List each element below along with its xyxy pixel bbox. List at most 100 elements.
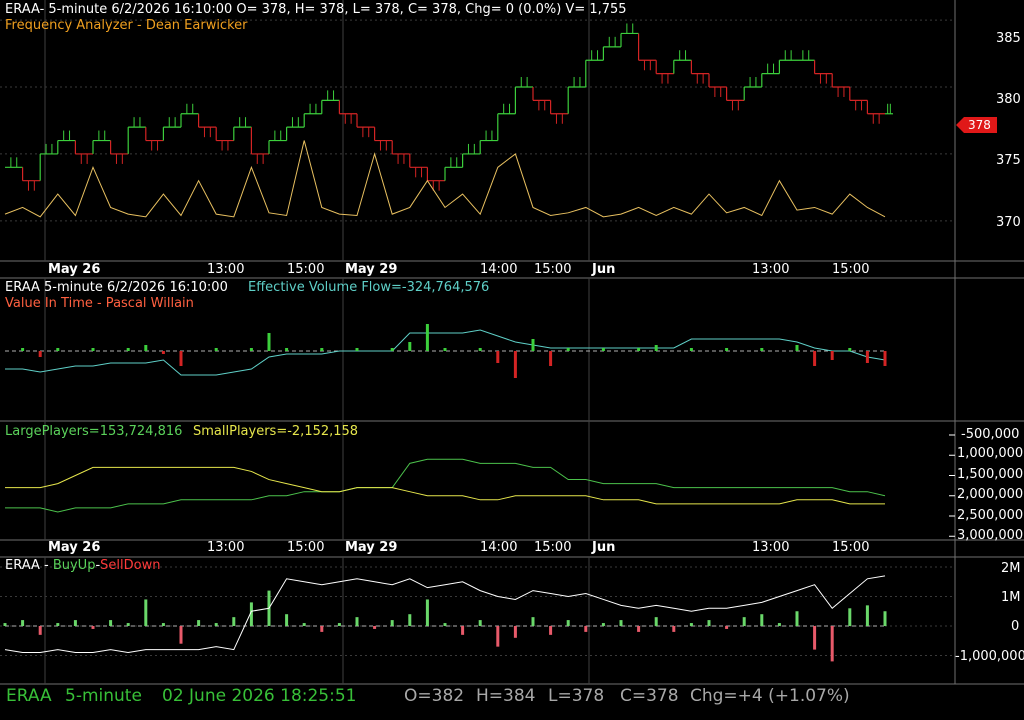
buyup-bar (496, 626, 500, 647)
x-label: Jun (592, 540, 616, 555)
x-label: 15:00 (534, 262, 572, 277)
buyup-tick: 1M (1001, 590, 1021, 605)
buyup-bar (742, 617, 746, 626)
flow-bar (179, 351, 183, 366)
buyup-bar (478, 620, 482, 626)
buyup-label: BuyUp (52, 558, 96, 573)
flow-bar (214, 348, 218, 351)
buyup-tick: -1,000,000 (955, 649, 1024, 664)
flow-bar (390, 348, 394, 351)
flow-bar (161, 351, 165, 354)
buyup-bar (725, 626, 729, 629)
players-tick: 1,500,000 (957, 467, 1024, 482)
x-label: 14:00 (480, 262, 518, 277)
buyup-bar (373, 626, 377, 629)
flow-bar (566, 348, 570, 351)
flow-bar (408, 342, 412, 351)
buyup-bar (179, 626, 183, 644)
buyup-bar (126, 623, 130, 626)
flow-bar (865, 351, 869, 363)
buyup-bar (56, 623, 60, 626)
buyup-bar (513, 626, 517, 638)
status-datetime: 02 June 2026 18:25:51 (162, 686, 357, 706)
buyup-bar (3, 623, 7, 626)
buyup-tick: 2M (1001, 561, 1021, 576)
flow-bar (38, 351, 42, 357)
buyup-selldown-label: ERAA - BuyUp-SellDown (5, 558, 160, 573)
buyup-bar (689, 623, 693, 626)
buyup-title-prefix: ERAA - (5, 558, 53, 573)
flow-bar (285, 348, 289, 351)
status-bar: ERAA 5-minute 02 June 2026 18:25:51 O=38… (0, 684, 1024, 720)
buyup-bar (654, 617, 658, 626)
chart-canvas (0, 0, 1024, 685)
buyup-bar (865, 605, 869, 626)
x-label: May 29 (345, 540, 398, 555)
buyup-bar (355, 617, 359, 626)
flow-bar (126, 348, 130, 351)
flow-bar (478, 348, 482, 351)
selldown-label: SellDown (100, 558, 161, 573)
buyup-bar (672, 626, 676, 632)
buyup-bar (830, 626, 834, 662)
buyup-bar (197, 620, 201, 626)
x-label: 15:00 (534, 540, 572, 555)
buyup-bar (619, 620, 623, 626)
buyup-bar (425, 599, 429, 626)
x-label: 13:00 (752, 540, 790, 555)
price-tick: 375 (996, 153, 1021, 168)
buyup-bar (408, 614, 412, 626)
buyup-bar (91, 626, 95, 629)
buyup-bar (813, 626, 817, 650)
buyup-bar (883, 611, 887, 626)
players-tick: 2,000,000 (957, 487, 1024, 502)
x-label: May 29 (345, 262, 398, 277)
players-tick: 3,000,000 (957, 528, 1024, 543)
status-low: L=378 (548, 686, 605, 706)
buyup-bar (637, 626, 641, 632)
status-close: C=378 (620, 686, 679, 706)
buyup-bar (337, 623, 341, 626)
x-label: Jun (592, 262, 616, 277)
buyup-line (4, 575, 886, 654)
flow-bar (144, 345, 148, 351)
buyup-bar (302, 623, 306, 626)
price-tick: 380 (996, 92, 1021, 107)
flow-bar (795, 345, 799, 351)
flow-bar (320, 348, 324, 351)
buyup-bar (584, 626, 588, 632)
flow-panel-header: ERAA 5-minute 6/2/2026 16:10:00 (5, 280, 228, 295)
flow-bar (496, 351, 500, 363)
x-label: 15:00 (832, 262, 870, 277)
small-players-label: SmallPlayers=-2,152,158 (193, 424, 359, 439)
effective-volume-flow-label: Effective Volume Flow=-324,764,576 (248, 280, 490, 295)
flow-bar (355, 348, 359, 351)
flow-bar (549, 351, 553, 366)
price-panel-header: ERAA- 5-minute 6/2/2026 16:10:00 O= 378,… (5, 2, 627, 17)
status-interval: 5-minute (65, 686, 142, 706)
flow-bar (848, 348, 852, 351)
buyup-bar (109, 620, 113, 626)
buyup-bar (38, 626, 42, 635)
buyup-bar (848, 608, 852, 626)
buyup-bar (320, 626, 324, 632)
flow-bar (513, 351, 517, 378)
players-tick: 2,500,000 (957, 508, 1024, 523)
flow-bar (760, 348, 764, 351)
players-tick: 1,000,000 (957, 446, 1024, 461)
buyup-bar (232, 617, 236, 626)
flow-bar (601, 348, 605, 351)
flow-bar (249, 348, 253, 351)
price-tick: 370 (996, 215, 1021, 230)
buyup-bar (73, 620, 77, 626)
buyup-bar (777, 623, 781, 626)
flow-bar (91, 348, 95, 351)
flow-bar (425, 324, 429, 351)
buyup-bar (443, 623, 447, 626)
price-tick: 385 (996, 31, 1021, 46)
players-tick: -500,000 (961, 427, 1020, 442)
buyup-bar (707, 620, 711, 626)
buyup-bar (390, 620, 394, 626)
x-label: 15:00 (287, 262, 325, 277)
small-players-line (5, 466, 885, 505)
